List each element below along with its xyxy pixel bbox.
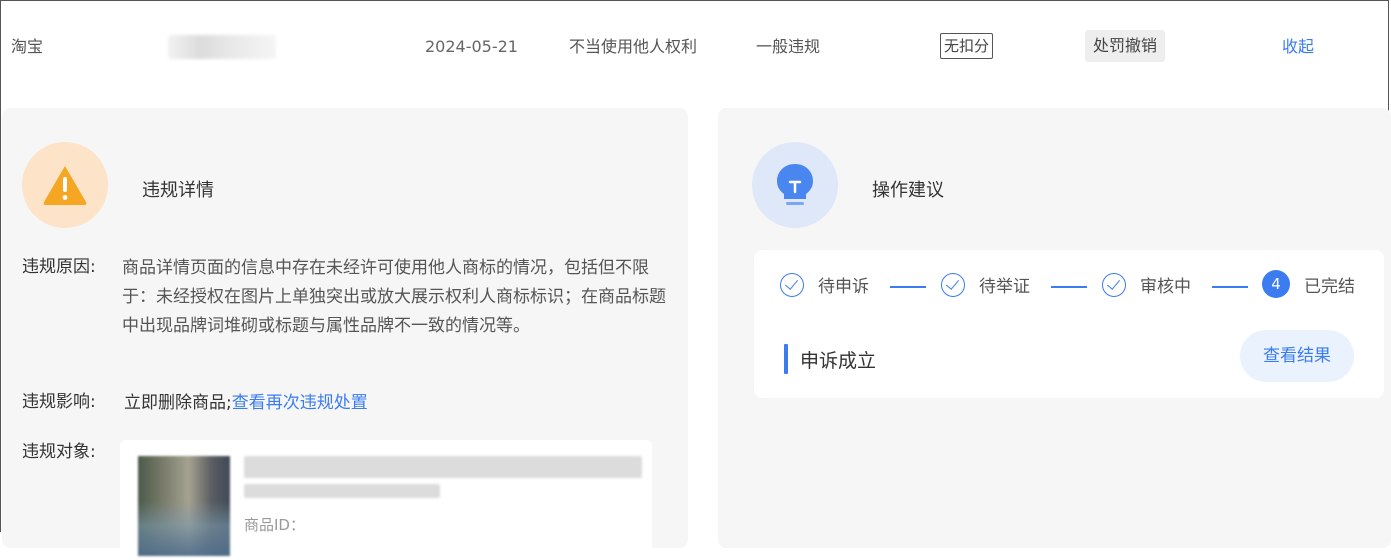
status-badge: 处罚撤销 — [1085, 30, 1166, 62]
lightbulb-icon-badge — [752, 142, 838, 228]
blurred-product-cell — [168, 35, 276, 59]
step-pending-evidence: 待举证 — [941, 272, 1030, 297]
advice-title: 操作建议 — [872, 180, 944, 201]
step-label: 待申诉 — [818, 277, 869, 297]
step-completed: 4 已完结 — [1262, 270, 1355, 298]
violation-details-panel: 违规详情 违规原因: 商品详情页面的信息中存在未经许可使用他人商标的情况，包括但… — [2, 108, 688, 560]
step-label: 待举证 — [979, 277, 1030, 297]
platform-cell: 淘宝 — [11, 37, 44, 56]
impact-label: 违规影响: — [22, 392, 96, 412]
violation-level-cell: 一般违规 — [756, 37, 821, 56]
warning-icon-badge — [22, 142, 108, 228]
violation-type-cell: 不当使用他人权利 — [569, 37, 698, 56]
details-title: 违规详情 — [142, 180, 214, 201]
step-label: 已完结 — [1304, 276, 1355, 297]
appeal-result-text: 申诉成立 — [800, 350, 877, 372]
step-connector — [1212, 286, 1248, 288]
step-number-badge: 4 — [1262, 270, 1290, 298]
violation-object-card[interactable]: 商品ID： — [120, 440, 652, 560]
blurred-product-title — [244, 456, 642, 478]
check-circle-icon — [1102, 272, 1126, 297]
appeal-progress-card: 待申诉 待举证 审核中 4 已完结 申诉成立 查看结果 — [754, 250, 1384, 398]
repeat-violation-link[interactable]: 查看再次违规处置 — [232, 393, 368, 413]
impact-text-row: 立即删除商品;查看再次违规处置 — [124, 389, 368, 417]
reason-label: 违规原因: — [22, 257, 96, 277]
view-result-button[interactable]: 查看结果 — [1240, 330, 1354, 382]
step-connector — [1051, 286, 1087, 288]
step-under-review: 审核中 — [1102, 272, 1191, 297]
step-connector — [890, 286, 926, 288]
object-label: 违规对象: — [22, 442, 96, 462]
points-badge: 无扣分 — [940, 33, 994, 59]
reason-text: 商品详情页面的信息中存在未经许可使用他人商标的情况，包括但不限于：未经授权在图片… — [122, 258, 666, 336]
check-circle-icon — [780, 272, 804, 297]
operation-advice-panel: 操作建议 待申诉 待举证 审核中 4 已完结 申诉成立 查看结果 — [718, 108, 1391, 548]
date-cell: 2024-05-21 — [425, 37, 518, 56]
impact-text: 立即删除商品; — [124, 393, 232, 413]
violation-record-row: 淘宝 2024-05-21 不当使用他人权利 一般违规 无扣分 处罚撤销 收起 — [0, 0, 1391, 96]
lightbulb-icon — [777, 164, 813, 205]
result-accent-bar — [784, 344, 788, 374]
step-label: 审核中 — [1140, 277, 1191, 297]
product-thumbnail — [138, 456, 230, 556]
check-circle-icon — [941, 272, 965, 297]
warning-triangle-icon — [43, 166, 87, 205]
step-pending-appeal: 待申诉 — [780, 272, 869, 297]
collapse-link[interactable]: 收起 — [1282, 36, 1314, 58]
blurred-product-subtitle — [244, 484, 440, 498]
